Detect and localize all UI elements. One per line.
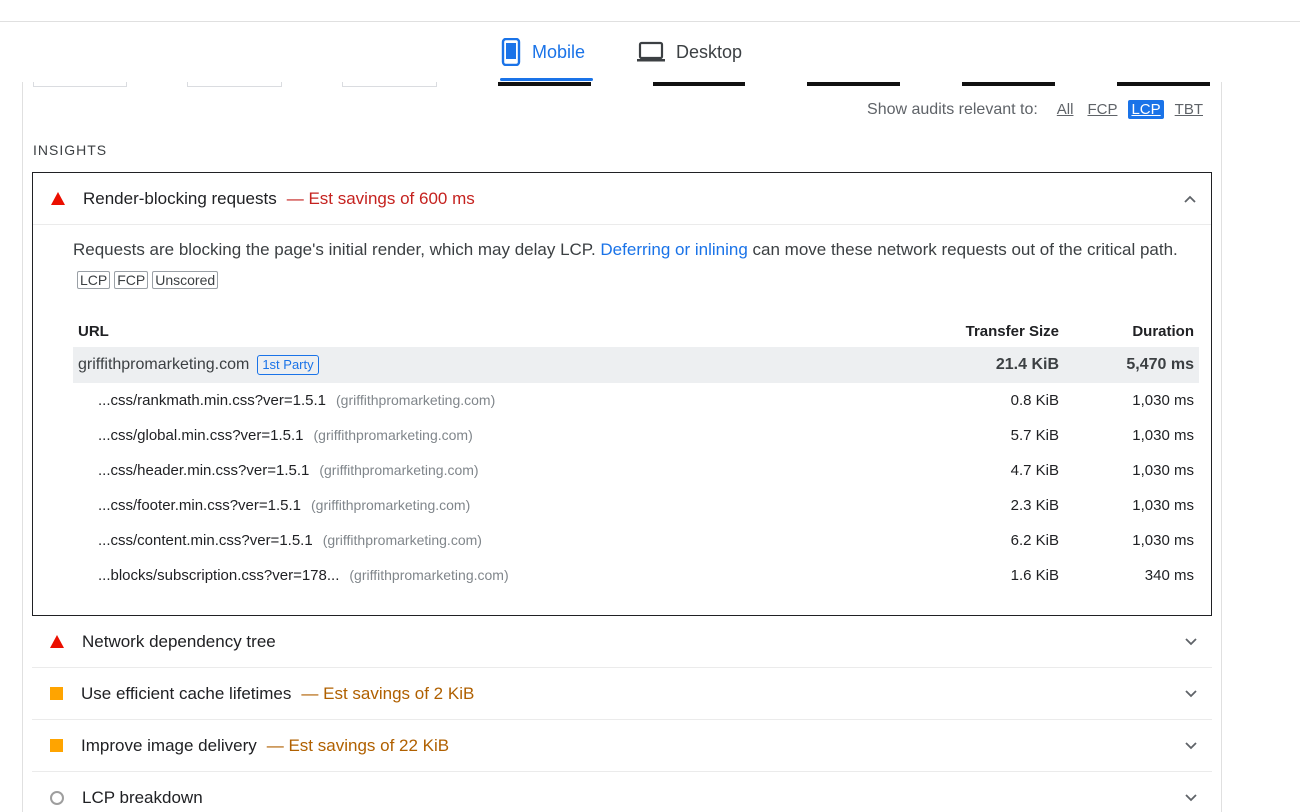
row-duration: 1,030 ms [1132, 427, 1194, 444]
audit-network-dependency-tree[interactable]: Network dependency tree [32, 616, 1212, 668]
filmstrip-frame [1117, 82, 1210, 86]
row-duration: 1,030 ms [1132, 532, 1194, 549]
row-duration: 1,030 ms [1132, 392, 1194, 409]
group-duration: 5,470 ms [1126, 356, 1194, 373]
row-host: (griffithpromarketing.com) [319, 462, 479, 478]
description-text-end: can move these network requests out of t… [747, 240, 1178, 259]
filmstrip-frame [342, 82, 437, 87]
row-size: 0.8 KiB [1010, 392, 1059, 409]
entity-name: griffithpromarketing.com [78, 356, 250, 373]
description-text: Requests are blocking the page's initial… [73, 240, 601, 259]
audit-description: Requests are blocking the page's initial… [73, 235, 1183, 295]
filmstrip-frame [33, 82, 127, 87]
audit-savings: — Est savings of 22 KiB [266, 735, 450, 755]
active-tab-indicator [500, 78, 593, 81]
table-row: ...css/header.min.css?ver=1.5.1 (griffith… [73, 453, 1199, 488]
device-tabs: Mobile Desktop [0, 22, 1300, 82]
row-url[interactable]: ...css/header.min.css?ver=1.5.1 [98, 462, 309, 479]
laptop-icon [637, 41, 665, 62]
row-size: 2.3 KiB [1010, 497, 1059, 514]
row-size: 1.6 KiB [1010, 567, 1059, 584]
row-host: (griffithpromarketing.com) [313, 427, 473, 443]
average-square-icon [50, 687, 63, 700]
audit-title: LCP breakdown [82, 788, 203, 807]
header-duration: Duration [1132, 322, 1194, 340]
row-duration: 1,030 ms [1132, 462, 1194, 479]
audit-cache-lifetimes[interactable]: Use efficient cache lifetimes — Est savi… [32, 668, 1212, 720]
row-url[interactable]: ...css/footer.min.css?ver=1.5.1 [98, 497, 301, 514]
audit-savings: — Est savings of 600 ms [286, 188, 475, 208]
filter-label: Show audits relevant to: [867, 100, 1038, 118]
chevron-down-icon[interactable] [1184, 739, 1198, 753]
filter-chip-lcp[interactable]: LCP [1128, 100, 1164, 119]
section-title: INSIGHTS [33, 142, 108, 158]
filter-chip-tbt[interactable]: TBT [1172, 100, 1206, 119]
fail-triangle-icon [51, 192, 65, 205]
row-duration: 1,030 ms [1132, 497, 1194, 514]
filmstrip-frame [653, 82, 745, 86]
filmstrip-edge [0, 82, 1300, 90]
row-duration: 340 ms [1144, 567, 1194, 584]
audit-title: Improve image delivery [81, 735, 257, 755]
tab-mobile[interactable]: Mobile [500, 22, 593, 82]
filter-chip-fcp[interactable]: FCP [1084, 100, 1120, 119]
group-size: 21.4 KiB [995, 356, 1059, 373]
fail-triangle-icon [50, 635, 64, 648]
audit-title: Render-blocking requests [83, 188, 277, 208]
table-row: ...blocks/subscription.css?ver=178... (gr… [73, 558, 1199, 593]
audit-filter: Show audits relevant to: All FCP LCP TBT [867, 100, 1206, 119]
filmstrip-frame [807, 82, 900, 86]
top-divider [0, 0, 1300, 22]
tag-unscored: Unscored [152, 271, 219, 289]
chevron-down-icon[interactable] [1184, 687, 1198, 701]
row-url[interactable]: ...css/rankmath.min.css?ver=1.5.1 [98, 392, 326, 409]
audit-render-blocking: Render-blocking requests — Est savings o… [32, 172, 1212, 616]
audit-title: Network dependency tree [82, 631, 276, 651]
row-host: (griffithpromarketing.com) [311, 497, 471, 513]
row-host: (griffithpromarketing.com) [336, 392, 496, 408]
tab-desktop[interactable]: Desktop [636, 22, 742, 82]
row-host: (griffithpromarketing.com) [322, 532, 482, 548]
row-host: (griffithpromarketing.com) [349, 567, 509, 583]
chevron-up-icon[interactable] [1183, 192, 1197, 206]
phone-icon [501, 38, 521, 66]
row-url[interactable]: ...css/content.min.css?ver=1.5.1 [98, 532, 313, 549]
filmstrip-frame [187, 82, 282, 87]
info-circle-icon [50, 791, 64, 805]
filmstrip-frame [962, 82, 1055, 86]
average-square-icon [50, 739, 63, 752]
row-size: 4.7 KiB [1010, 462, 1059, 479]
audit-header[interactable]: Render-blocking requests — Est savings o… [33, 173, 1211, 225]
chevron-down-icon[interactable] [1184, 791, 1198, 805]
filmstrip-frame [498, 82, 591, 86]
table-row: ...css/content.min.css?ver=1.5.1 (griffit… [73, 523, 1199, 558]
table-header: URL Transfer Size Duration [73, 315, 1199, 347]
audit-savings: — Est savings of 2 KiB [301, 683, 475, 703]
row-url[interactable]: ...blocks/subscription.css?ver=178... [98, 567, 339, 584]
requests-table: URL Transfer Size Duration griffithproma… [73, 315, 1199, 593]
row-size: 6.2 KiB [1010, 532, 1059, 549]
tab-desktop-label: Desktop [676, 41, 743, 62]
deferring-link[interactable]: Deferring or inlining [600, 240, 747, 259]
first-party-badge: 1st Party [257, 355, 319, 375]
audit-image-delivery[interactable]: Improve image delivery — Est savings of … [32, 720, 1212, 772]
table-row: ...css/footer.min.css?ver=1.5.1 (griffith… [73, 488, 1199, 523]
table-row: ...css/global.min.css?ver=1.5.1 (griffith… [73, 418, 1199, 453]
filter-chip-all[interactable]: All [1054, 100, 1077, 119]
row-size: 5.7 KiB [1010, 427, 1059, 444]
table-row: ...css/rankmath.min.css?ver=1.5.1 (griffi… [73, 383, 1199, 418]
tab-mobile-label: Mobile [532, 41, 586, 62]
audit-title: Use efficient cache lifetimes [81, 683, 292, 703]
tag-lcp: LCP [77, 271, 111, 289]
header-transfer-size: Transfer Size [965, 322, 1059, 340]
header-url: URL [78, 322, 109, 340]
entity-group-row: griffithpromarketing.com 1st Party 21.4 K… [73, 347, 1199, 383]
tag-fcp: FCP [114, 271, 149, 289]
row-url[interactable]: ...css/global.min.css?ver=1.5.1 [98, 427, 304, 444]
chevron-down-icon[interactable] [1184, 635, 1198, 649]
audit-lcp-breakdown[interactable]: LCP breakdown [32, 772, 1212, 812]
